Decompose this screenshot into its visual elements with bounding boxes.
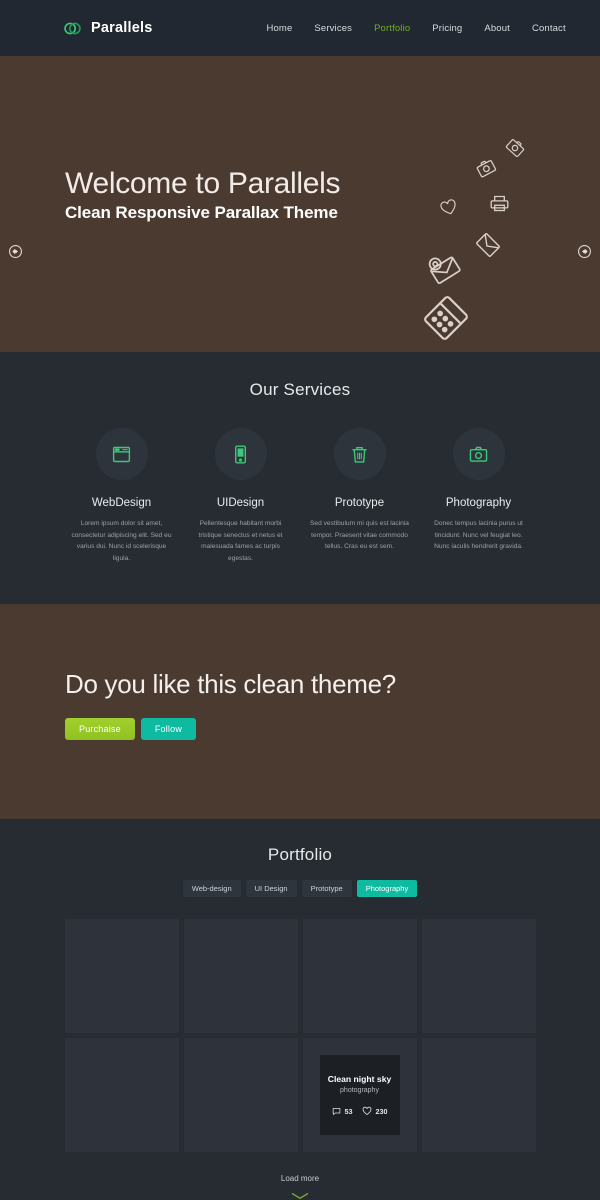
navbar: Parallels Home Services Portfolio Pricin… [0, 0, 600, 56]
hero-text-block: Welcome to Parallels Clean Responsive Pa… [65, 167, 341, 223]
circle-arrow-left-icon[interactable] [8, 244, 23, 259]
camera-icon[interactable] [452, 428, 505, 480]
portfolio-tile-overlay: Clean night sky photography 53 230 [319, 1055, 400, 1136]
service-card-webdesign[interactable]: WebDesign Lorem ipsum dolor sit amet, co… [62, 428, 181, 564]
portfolio-tile[interactable] [64, 919, 179, 1034]
printer-icon [489, 193, 510, 219]
cta-section: Do you like this clean theme? Purchaise … [0, 604, 600, 820]
portfolio-section: Portfolio Web-design UI Design Prototype… [0, 819, 600, 1200]
services-section: Our Services WebDesign Lorem ipsum dolor… [0, 352, 600, 605]
nav-link-services[interactable]: Services [314, 23, 352, 34]
circle-arrow-right-icon[interactable] [577, 244, 592, 259]
camera-icon [476, 158, 497, 183]
purchase-button[interactable]: Purchaise [65, 718, 135, 741]
follow-button[interactable]: Follow [140, 718, 197, 741]
service-name: Prototype [334, 497, 385, 509]
portfolio-item-stats: 53 230 [332, 1106, 388, 1116]
service-description: Donec tempus lacinia purus ut tincidunt.… [434, 520, 523, 551]
services-grid: WebDesign Lorem ipsum dolor sit amet, co… [0, 428, 600, 564]
nav-link-contact[interactable]: Contact [532, 23, 566, 34]
chevron-down-icon[interactable] [291, 1187, 309, 1200]
page-root: Parallels Home Services Portfolio Pricin… [0, 0, 600, 1200]
filter-ui-design[interactable]: UI Design [245, 880, 297, 898]
portfolio-title: Portfolio [267, 845, 333, 865]
service-name: WebDesign [91, 497, 152, 509]
brand-name: Parallels [91, 20, 153, 36]
camera-icon [505, 138, 525, 162]
envelope-camera-icon [428, 252, 461, 289]
service-name: UIDesign [216, 497, 265, 509]
service-card-photography[interactable]: Photography Donec tempus lacinia purus u… [419, 428, 538, 564]
service-description: Pellentesque habitant morbi tristique se… [198, 520, 283, 562]
comment-bubble-icon [332, 1107, 340, 1115]
filter-prototype[interactable]: Prototype [301, 880, 352, 898]
filter-web-design[interactable]: Web-design [182, 880, 241, 898]
portfolio-item-title: Clean night sky [327, 1074, 392, 1085]
nav-links: Home Services Portfolio Pricing About Co… [266, 21, 600, 35]
services-title: Our Services [249, 380, 351, 399]
like-count: 230 [362, 1106, 388, 1116]
browser-window-icon[interactable] [95, 428, 148, 480]
portfolio-grid: Clean night sky photography 53 230 [0, 919, 600, 1153]
portfolio-tile[interactable] [183, 1038, 298, 1153]
nav-link-about[interactable]: About [484, 23, 510, 34]
nav-link-pricing[interactable]: Pricing [432, 23, 462, 34]
load-more-button[interactable]: Load more [0, 1174, 600, 1183]
portfolio-tile[interactable] [421, 1038, 536, 1153]
like-count-value: 230 [375, 1106, 388, 1116]
comment-count-value: 53 [344, 1106, 353, 1116]
nav-link-portfolio[interactable]: Portfolio [374, 23, 410, 34]
calculator-icon [424, 296, 468, 345]
service-card-uidesign[interactable]: UIDesign Pellentesque habitant morbi tri… [181, 428, 300, 564]
service-description: Sed vestibulum mi quis est lacinia tempo… [310, 520, 409, 551]
load-more-container: Load more [0, 1152, 600, 1200]
service-description: Lorem ipsum dolor sit amet, consectetur … [71, 520, 172, 562]
hero-title: Welcome to Parallels [65, 167, 341, 200]
heart-icon [440, 199, 458, 222]
cta-title: Do you like this clean theme? [65, 669, 396, 700]
hero-subtitle: Clean Responsive Parallax Theme [65, 202, 338, 222]
portfolio-filters: Web-design UI Design Prototype Photograp… [0, 880, 600, 898]
service-card-prototype[interactable]: Prototype Sed vestibulum mi quis est lac… [300, 428, 419, 564]
interlocking-rings-icon [64, 22, 81, 34]
portfolio-tile[interactable] [302, 919, 417, 1034]
cta-buttons: Purchaise Follow [65, 718, 600, 741]
filter-photography[interactable]: Photography [356, 880, 418, 898]
brand-logo[interactable]: Parallels [63, 19, 152, 38]
heart-icon [362, 1106, 371, 1116]
portfolio-tile[interactable] [421, 919, 536, 1034]
comment-count: 53 [332, 1107, 353, 1116]
portfolio-tile[interactable] [183, 919, 298, 1034]
nav-link-home[interactable]: Home [266, 23, 292, 34]
mobile-phone-icon[interactable] [214, 428, 267, 480]
portfolio-tile-hovered[interactable]: Clean night sky photography 53 230 [302, 1038, 417, 1153]
service-name: Photography [445, 497, 512, 509]
trash-bin-icon[interactable] [333, 428, 386, 480]
hero-section: Welcome to Parallels Clean Responsive Pa… [0, 56, 600, 352]
portfolio-item-category: photography [340, 1087, 379, 1095]
portfolio-tile[interactable] [64, 1038, 179, 1153]
envelope-icon [476, 233, 500, 262]
